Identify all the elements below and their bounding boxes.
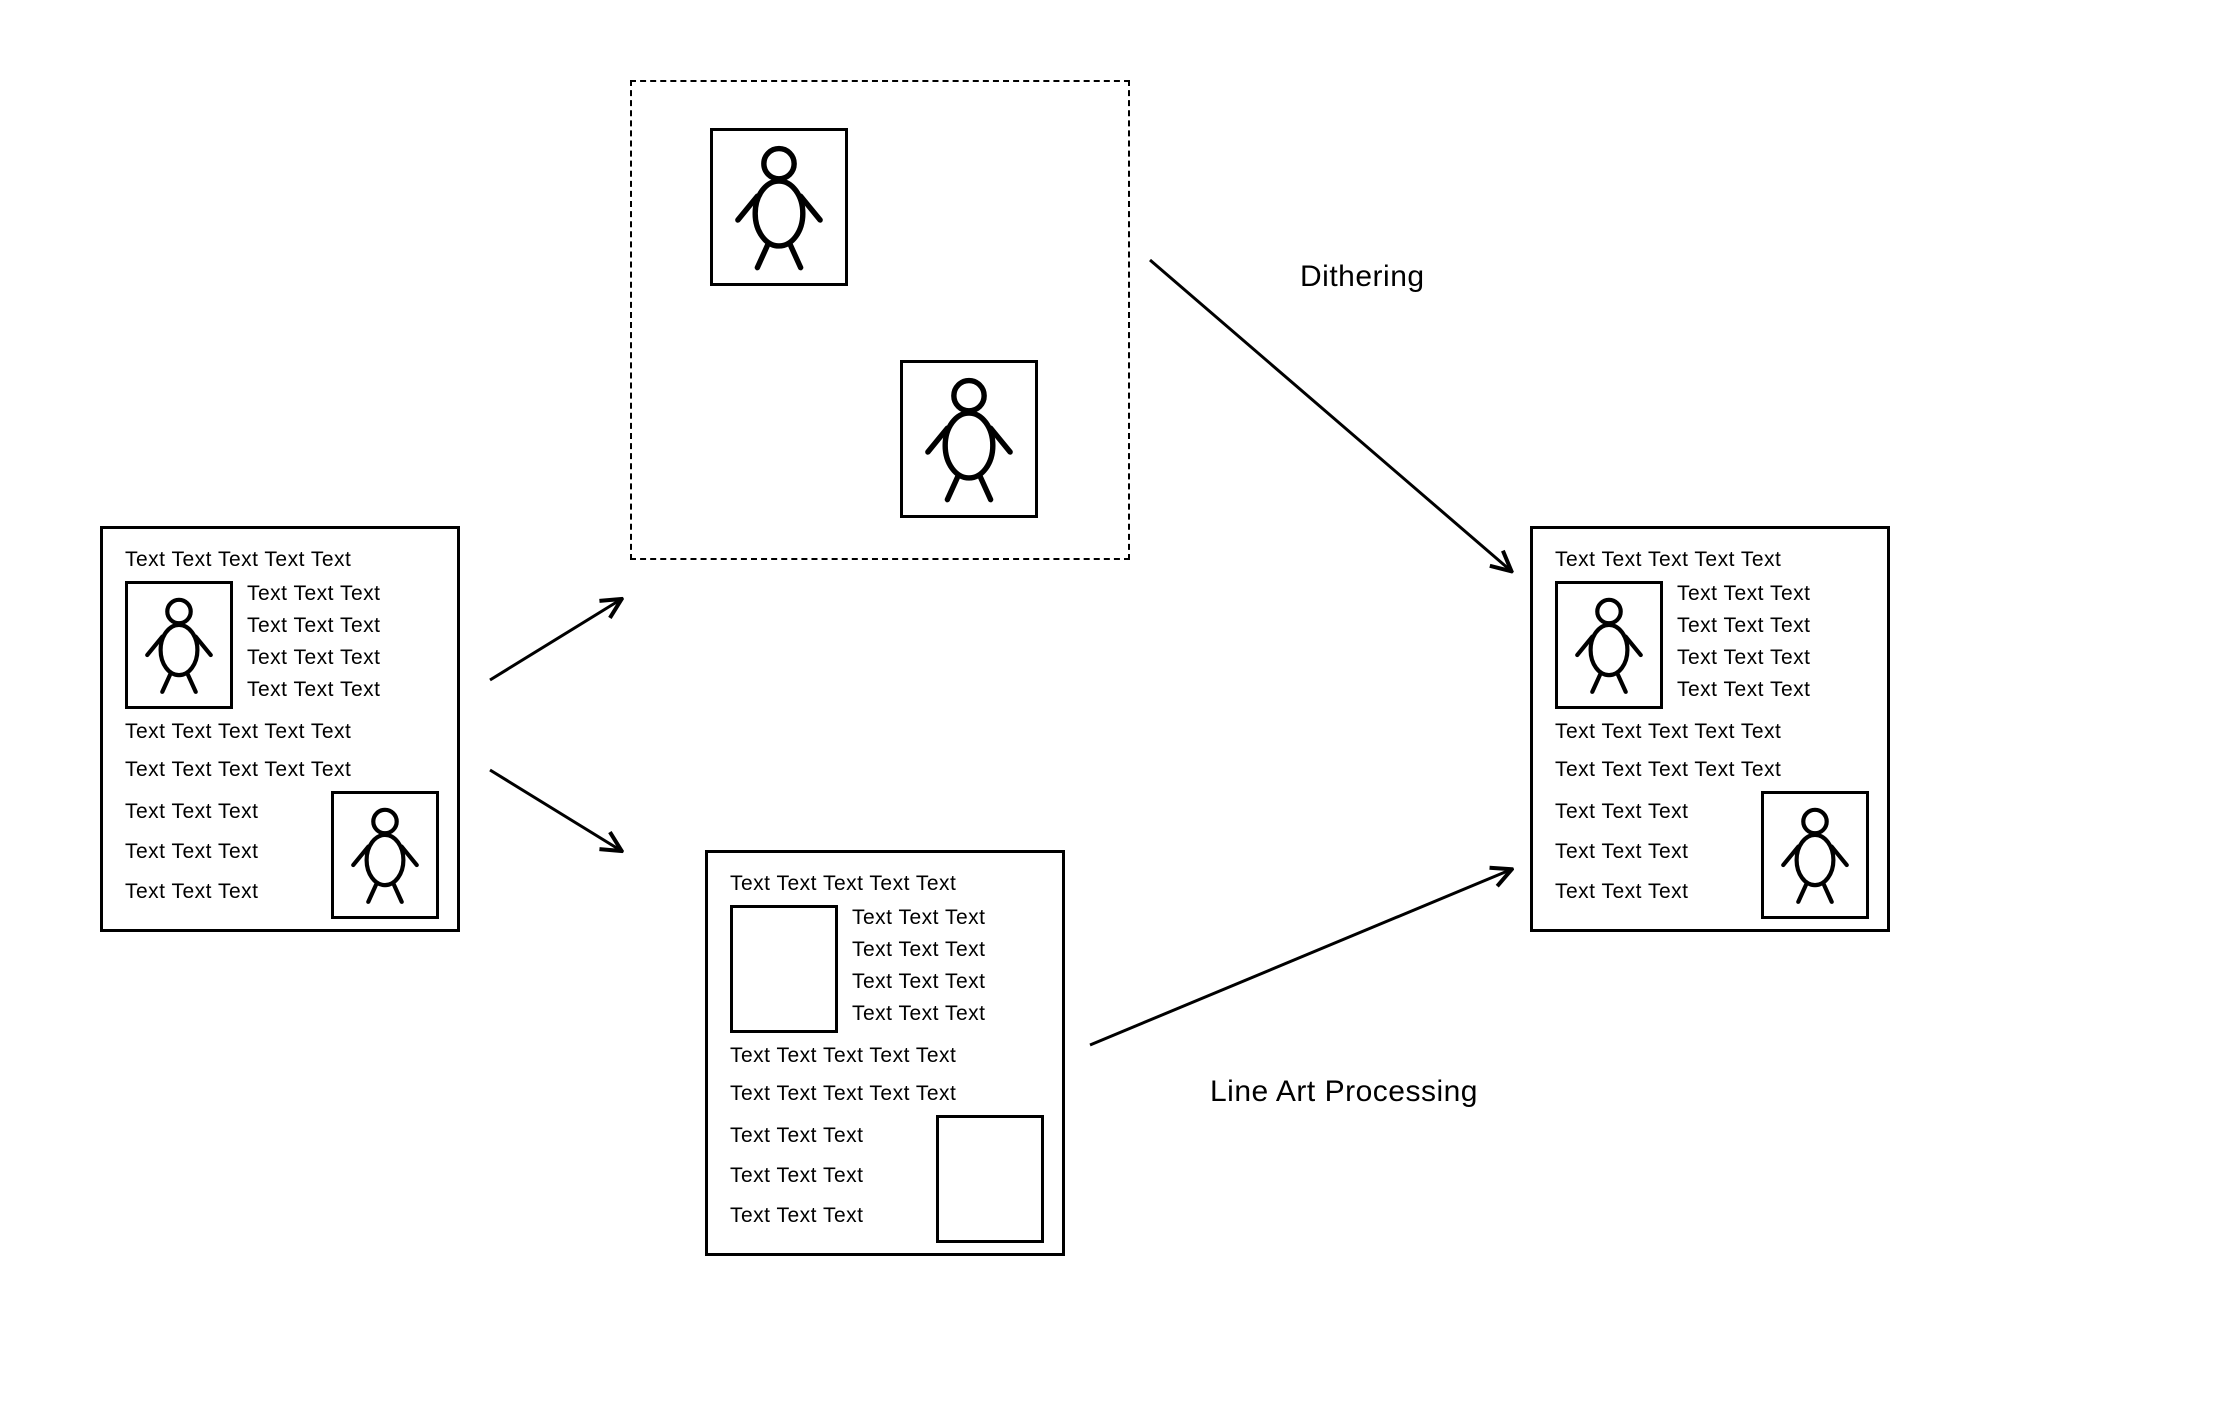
label-line-art-processing: Line Art Processing [1210,1075,1478,1109]
arrow-source-to-images [490,600,620,680]
arrows-layer [0,0,2230,1428]
arrow-source-to-text [490,770,620,850]
arrow-dithering [1150,260,1510,570]
label-dithering: Dithering [1300,260,1425,294]
arrow-lineart [1090,870,1510,1045]
diagram-canvas: Text Text Text Text Text Text Text Text [0,0,2230,1428]
